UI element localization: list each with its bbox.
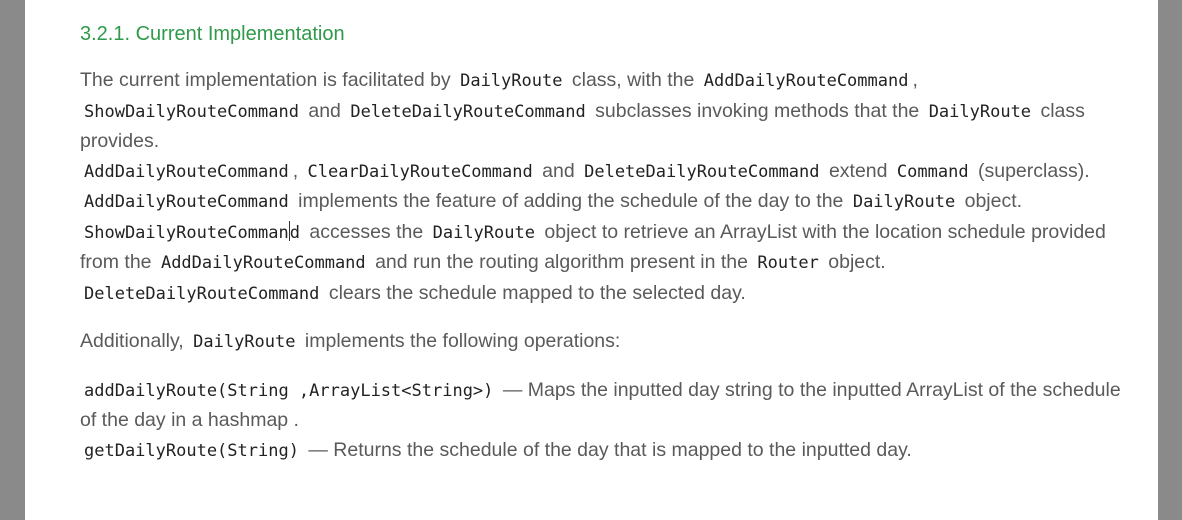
text: and bbox=[542, 159, 575, 182]
code-add-daily-route-method: addDailyRoute(String ,ArrayList<String>) bbox=[84, 380, 494, 401]
text: (superclass). bbox=[978, 159, 1090, 182]
document-content: 3.2.1. Current Implementation The curren… bbox=[80, 18, 1130, 466]
code-show-daily-route-command: ShowDailyRouteCommand bbox=[80, 220, 304, 243]
code-router: Router bbox=[757, 253, 819, 273]
operation-description: — Returns the schedule of the day that i… bbox=[308, 438, 912, 461]
operations-intro-paragraph: Additionally, DailyRoute implements the … bbox=[80, 327, 1130, 358]
text: object. bbox=[964, 190, 1023, 212]
code-add-daily-route-command: AddDailyRouteCommand bbox=[160, 253, 366, 273]
code-delete-daily-route-command: DeleteDailyRouteCommand bbox=[584, 161, 820, 182]
text: , bbox=[912, 69, 918, 91]
text: , bbox=[292, 159, 299, 182]
code-daily-route: DailyRoute bbox=[432, 222, 535, 243]
text: The current implementation is facilitate… bbox=[80, 69, 451, 91]
code-part: ShowDailyRouteComman bbox=[84, 222, 289, 243]
code-show-daily-route-command: ShowDailyRouteCommand bbox=[84, 101, 299, 122]
text: Additionally, bbox=[80, 330, 184, 352]
code-get-daily-route-method: getDailyRoute(String) bbox=[84, 440, 299, 461]
text: implements the following operations: bbox=[304, 330, 621, 352]
text: extend bbox=[828, 159, 888, 182]
code-add-daily-route-command: AddDailyRouteCommand bbox=[84, 161, 289, 182]
code-delete-daily-route-command: DeleteDailyRouteCommand bbox=[84, 283, 320, 304]
text: implements the feature of adding the sch… bbox=[298, 190, 844, 212]
code-daily-route: DailyRoute bbox=[852, 192, 956, 212]
code-delete-daily-route-command: DeleteDailyRouteCommand bbox=[350, 101, 586, 122]
text: and run the routing algorithm present in… bbox=[375, 251, 748, 273]
text: accesses the bbox=[309, 220, 424, 243]
implementation-paragraph: The current implementation is facilitate… bbox=[80, 66, 1130, 309]
code-clear-daily-route-command: ClearDailyRouteCommand bbox=[307, 161, 533, 182]
code-add-daily-route-command: AddDailyRouteCommand bbox=[84, 192, 289, 212]
text: class, with the bbox=[571, 69, 695, 91]
text: clears the schedule mapped to the select… bbox=[328, 281, 746, 304]
code-daily-route: DailyRoute bbox=[928, 101, 1032, 122]
code-add-daily-route-command: AddDailyRouteCommand bbox=[703, 71, 909, 91]
document-page: 3.2.1. Current Implementation The curren… bbox=[25, 0, 1158, 520]
text: and bbox=[308, 99, 341, 122]
text: subclasses invoking methods that the bbox=[595, 99, 920, 122]
operations-list: addDailyRoute(String ,ArrayList<String>)… bbox=[80, 376, 1130, 467]
code-daily-route: DailyRoute bbox=[460, 71, 563, 91]
code-daily-route: DailyRoute bbox=[193, 332, 296, 352]
code-part: d bbox=[289, 222, 300, 243]
section-heading: 3.2.1. Current Implementation bbox=[80, 23, 345, 45]
code-command: Command bbox=[896, 161, 969, 182]
text: object. bbox=[828, 251, 886, 273]
